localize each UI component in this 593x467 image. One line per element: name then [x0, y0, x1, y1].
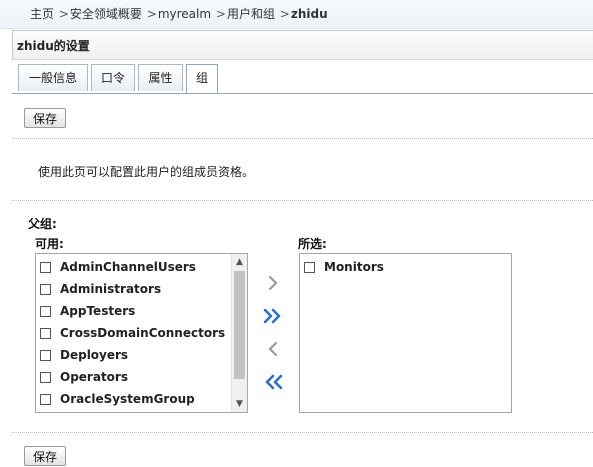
- save-button-top[interactable]: 保存: [24, 108, 67, 128]
- divider: [12, 432, 593, 433]
- parent-groups-label: 父组:: [28, 217, 57, 231]
- tab-general[interactable]: 一般信息: [18, 64, 88, 91]
- divider: [12, 200, 593, 201]
- tab-divider: [12, 93, 593, 94]
- breadcrumb: 主页 >安全领域概要 >myrealm >用户和组 >zhidu: [0, 0, 593, 29]
- page-description: 使用此页可以配置此用户的组成员资格。: [38, 165, 255, 179]
- scroll-down-icon[interactable]: ▼: [232, 396, 247, 412]
- checkbox[interactable]: [40, 350, 51, 361]
- checkbox[interactable]: [40, 284, 51, 295]
- divider: [12, 138, 593, 139]
- breadcrumb-link-myrealm[interactable]: myrealm: [158, 7, 211, 21]
- double-chevron-left-icon: [265, 374, 283, 390]
- tab-groups[interactable]: 组: [186, 64, 218, 94]
- move-all-right-button[interactable]: [262, 305, 284, 327]
- scroll-thumb[interactable]: [234, 271, 245, 379]
- breadcrumb-separator: >: [146, 7, 157, 21]
- group-name[interactable]: Administrators: [60, 282, 161, 296]
- breadcrumb-separator: >: [279, 7, 290, 21]
- section-title-bar: zhidu的设置: [12, 30, 593, 60]
- breadcrumb-inner: 主页 >安全领域概要 >myrealm >用户和组 >zhidu: [30, 5, 328, 22]
- move-right-button[interactable]: [262, 272, 284, 294]
- group-name[interactable]: OracleSystemGroup: [60, 392, 195, 406]
- available-label: 可用:: [35, 237, 64, 251]
- tab-password[interactable]: 口令: [91, 64, 135, 91]
- scrollbar[interactable]: ▲ ▼: [231, 254, 247, 412]
- checkbox[interactable]: [40, 262, 51, 273]
- checkbox[interactable]: [40, 328, 51, 339]
- save-button-bottom[interactable]: 保存: [24, 446, 67, 466]
- chevron-left-icon: [268, 341, 278, 357]
- available-groups-list[interactable]: AdminChannelUsers Administrators AppTest…: [35, 253, 248, 413]
- chosen-label: 所选:: [298, 237, 327, 251]
- group-name[interactable]: Deployers: [60, 348, 128, 362]
- move-left-button[interactable]: [262, 338, 284, 360]
- breadcrumb-separator: >: [215, 7, 226, 21]
- checkbox[interactable]: [40, 372, 51, 383]
- breadcrumb-current: zhidu: [290, 7, 328, 21]
- breadcrumb-separator: >: [58, 7, 69, 21]
- page-title: zhidu的设置: [17, 39, 90, 53]
- chosen-groups-list[interactable]: Monitors: [299, 253, 512, 413]
- checkbox[interactable]: [40, 306, 51, 317]
- group-name[interactable]: Monitors: [324, 260, 384, 274]
- group-name[interactable]: AdminChannelUsers: [60, 260, 196, 274]
- breadcrumb-link-home[interactable]: 主页: [30, 7, 54, 21]
- group-name[interactable]: Operators: [60, 370, 128, 384]
- breadcrumb-link-users-groups[interactable]: 用户和组: [227, 7, 275, 21]
- move-all-left-button[interactable]: [262, 371, 284, 393]
- checkbox[interactable]: [40, 394, 51, 405]
- tab-attributes[interactable]: 属性: [138, 64, 183, 91]
- checkbox[interactable]: [304, 262, 315, 273]
- group-name[interactable]: AppTesters: [60, 304, 135, 318]
- chevron-right-icon: [268, 275, 278, 291]
- scroll-up-icon[interactable]: ▲: [232, 254, 247, 270]
- double-chevron-right-icon: [263, 308, 281, 324]
- breadcrumb-link-realm-summary[interactable]: 安全领域概要: [70, 7, 142, 21]
- group-name[interactable]: CrossDomainConnectors: [60, 326, 225, 340]
